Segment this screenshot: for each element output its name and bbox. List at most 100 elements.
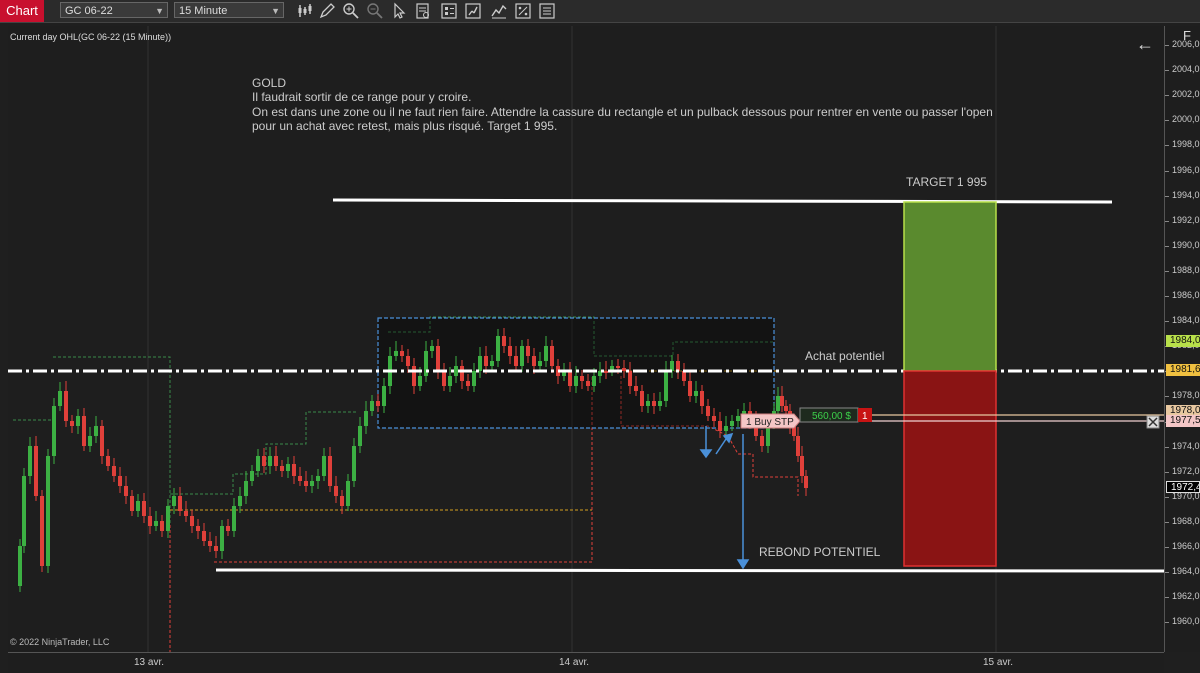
rebond-line[interactable] [215, 568, 1164, 573]
candle-body [70, 421, 74, 426]
instrument-select[interactable]: GC 06-22 ▼ [60, 2, 168, 18]
candle-body [574, 376, 578, 386]
candle-body [178, 496, 182, 511]
candle-body [82, 416, 86, 446]
interval-value: 15 Minute [179, 5, 228, 17]
candle-body [88, 436, 92, 446]
chart-plot-area[interactable]: 1 Buy STP 560,00 $ 1 Current day OHL(GC … [8, 26, 1164, 652]
candle-body [274, 456, 278, 466]
chart-toolbar: Chart GC 06-22 ▼ 15 Minute ▼ [0, 0, 1200, 23]
candle-body [436, 346, 440, 371]
rebond-label[interactable]: REBOND POTENTIEL [759, 545, 881, 559]
pnl-value: 560,00 $ [812, 411, 851, 422]
candle-body [106, 456, 110, 466]
time-label-13: 13 avr. [134, 657, 165, 668]
candle-body [190, 516, 194, 526]
price-tick-label: 1978,0 [1172, 390, 1200, 401]
candle-body [448, 376, 452, 386]
buy-stp-label[interactable]: 1 Buy STP [746, 417, 794, 428]
candle-body [34, 446, 38, 496]
annotation-line-2[interactable]: On est dans une zone ou il ne faut rien … [252, 105, 993, 119]
price-tick-mark [1165, 120, 1169, 122]
candle-body [370, 401, 374, 411]
ohl-high-line [53, 356, 171, 652]
indicators-icon[interactable] [490, 2, 508, 20]
price-tick-mark [1165, 45, 1169, 46]
candle-body [208, 541, 212, 546]
candle-body [298, 476, 302, 481]
achat-label[interactable]: Achat potentiel [805, 349, 884, 363]
pencil-icon[interactable] [318, 2, 336, 20]
candle-body [466, 381, 470, 386]
price-tick-label: 1988,0 [1172, 264, 1200, 275]
candle-body [502, 336, 506, 346]
strategies-icon[interactable] [464, 2, 482, 20]
candle-body [484, 356, 488, 366]
price-tick-mark [1165, 597, 1169, 599]
price-tick-label: 1996,0 [1172, 164, 1200, 175]
candle-body [256, 456, 260, 471]
back-arrow-icon[interactable]: ← [1136, 34, 1154, 54]
candle-body [166, 506, 170, 531]
chevron-down-icon: ▼ [271, 6, 280, 16]
candle-body [352, 446, 356, 481]
data-box-icon[interactable] [414, 2, 432, 20]
stop-zone[interactable] [903, 370, 997, 567]
price-tick-mark [1165, 547, 1169, 548]
zoom-out-icon[interactable] [366, 2, 384, 20]
candle-body [592, 376, 596, 386]
candle-body [118, 476, 122, 486]
arrow-rebond-icon [736, 559, 750, 570]
price-tick-label: 1986,0 [1172, 290, 1200, 300]
target-label[interactable]: TARGET 1 995 [906, 175, 987, 189]
candle-body [700, 391, 704, 406]
interval-select[interactable]: 15 Minute ▼ [174, 2, 284, 18]
price-chart[interactable]: 1 Buy STP 560,00 $ 1 Current day OHL(GC … [8, 26, 1164, 652]
candle-body [508, 346, 512, 356]
price-tick-mark [1165, 95, 1169, 97]
annotation-title[interactable]: GOLD [252, 76, 286, 90]
candle-body [776, 396, 780, 411]
price-tick-mark [1165, 496, 1169, 498]
candle-body [430, 346, 434, 351]
annotation-line-1[interactable]: Il faudrait sortir de ce range pour y cr… [252, 90, 471, 104]
candle-body [640, 391, 644, 406]
candle-body [718, 421, 722, 431]
price-tick-label: 2000,0 [1172, 114, 1200, 125]
price-tick-mark [1165, 396, 1169, 398]
bar-type-icon[interactable] [296, 2, 314, 20]
arrow-down-icon [699, 449, 713, 459]
candle-body [232, 506, 236, 531]
annotation-line-3[interactable]: pour un achat avec retest, mais plus ris… [252, 119, 557, 133]
candle-body [316, 476, 320, 481]
price-tick-mark [1165, 245, 1169, 247]
candle-body [160, 521, 164, 531]
candle-body [400, 351, 404, 356]
properties-icon[interactable] [440, 2, 458, 20]
candle-body [18, 546, 22, 586]
price-tick-mark [1165, 622, 1169, 624]
candle-body [124, 486, 128, 496]
cursor-icon[interactable] [390, 2, 408, 20]
time-axis[interactable]: 13 avr. 14 avr. 15 avr. [8, 652, 1164, 673]
candle-body [784, 406, 788, 411]
candle-body [394, 351, 398, 356]
candle-body [268, 456, 272, 466]
candle-body [244, 481, 248, 496]
templates-icon[interactable] [514, 2, 532, 20]
price-tick-label: 1994,0 [1172, 189, 1200, 200]
candle-body [490, 361, 494, 366]
candle-body [214, 546, 218, 551]
candle-body [100, 426, 104, 456]
candle-body [532, 356, 536, 366]
price-tick-label: 2006,0 [1172, 39, 1200, 49]
chart-trader-icon[interactable] [538, 2, 556, 20]
zoom-in-icon[interactable] [342, 2, 360, 20]
candle-body [340, 496, 344, 506]
price-tick-label: 1974,0 [1172, 440, 1200, 451]
target-zone[interactable] [903, 201, 997, 372]
candle-body [196, 526, 200, 531]
price-tick-label: 2002,0 [1172, 89, 1200, 100]
candle-body [46, 456, 50, 566]
chart-tab[interactable]: Chart [0, 0, 44, 22]
